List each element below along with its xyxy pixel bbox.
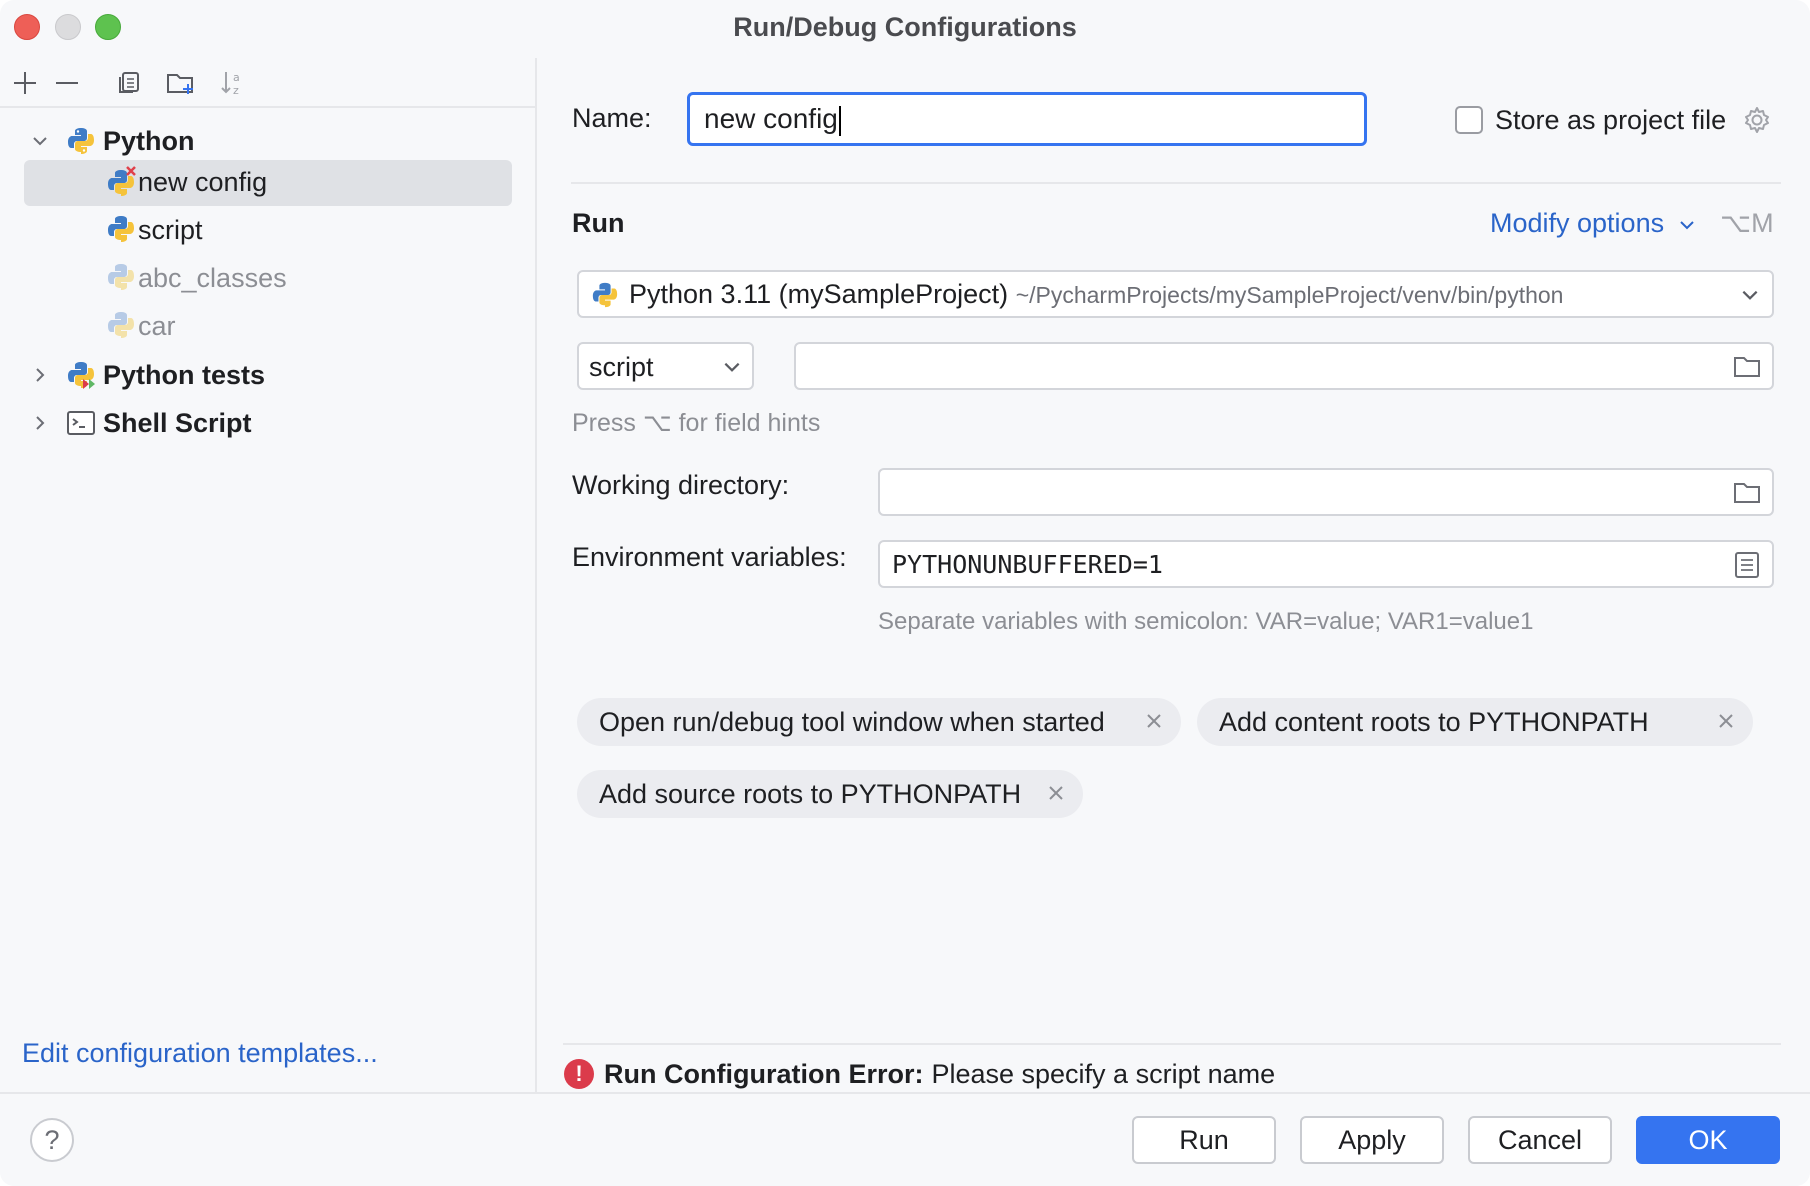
new-folder-icon[interactable]	[164, 66, 198, 100]
python-icon	[591, 281, 619, 314]
python-error-icon	[106, 166, 136, 196]
cancel-button[interactable]: Cancel	[1468, 1116, 1612, 1164]
interpreter-select[interactable]: Python 3.11 (mySampleProject) ~/PycharmP…	[577, 270, 1774, 318]
svg-text:a: a	[233, 71, 240, 84]
window-title: Run/Debug Configurations	[733, 12, 1077, 42]
chevron-down-icon	[1679, 221, 1694, 230]
python-icon	[66, 126, 96, 156]
close-icon[interactable]	[1715, 710, 1737, 732]
tree-group-label: Python tests	[103, 360, 266, 390]
modify-shortcut: ⌥M	[1720, 208, 1774, 238]
tree-item-abc-classes[interactable]: abc_classes	[24, 256, 512, 302]
tree-group-label: Shell Script	[103, 408, 252, 438]
svg-text:z: z	[233, 84, 239, 97]
tree-group-shell-script[interactable]: Shell Script	[22, 400, 512, 446]
modify-options-link[interactable]: Modify options	[1490, 208, 1696, 239]
python-temp-icon	[106, 310, 136, 340]
store-project-label: Store as project file	[1495, 105, 1727, 135]
tree-item-new-config[interactable]: new config	[24, 160, 512, 206]
chevron-down-icon[interactable]	[30, 131, 50, 151]
divider	[571, 182, 1781, 184]
sort-alpha-icon[interactable]: az	[216, 66, 250, 100]
config-tree-panel: az Python new config script abc_classes …	[0, 58, 537, 1092]
tree-group-python-tests[interactable]: Python tests	[22, 352, 512, 398]
interpreter-name: Python 3.11 (mySampleProject)	[629, 279, 1009, 309]
folder-icon[interactable]	[1732, 479, 1762, 512]
ok-button[interactable]: OK	[1636, 1116, 1780, 1164]
dialog-footer: ? Run Apply Cancel OK	[0, 1092, 1810, 1186]
name-input[interactable]: new config	[687, 92, 1367, 146]
env-vars-label: Environment variables:	[572, 542, 847, 572]
option-chip[interactable]: Add source roots to PYTHONPATH	[577, 770, 1083, 818]
option-chip[interactable]: Add content roots to PYTHONPATH	[1197, 698, 1753, 746]
error-text: Please specify a script name	[931, 1058, 1276, 1089]
option-chip-label: Add content roots to PYTHONPATH	[1219, 706, 1649, 737]
tree-item-label: abc_classes	[138, 263, 287, 293]
copy-icon[interactable]	[112, 66, 146, 100]
tree-item-script[interactable]: script	[24, 208, 512, 254]
help-button[interactable]: ?	[30, 1118, 74, 1162]
apply-button[interactable]: Apply	[1300, 1116, 1444, 1164]
edit-templates-link[interactable]: Edit configuration templates...	[22, 1038, 378, 1069]
close-icon[interactable]	[1045, 782, 1067, 804]
script-path-input[interactable]	[794, 342, 1774, 390]
chevron-down-icon	[1740, 285, 1760, 310]
chevron-right-icon[interactable]	[30, 413, 50, 433]
error-icon: !	[564, 1059, 594, 1089]
python-icon	[106, 214, 136, 244]
option-chip[interactable]: Open run/debug tool window when started	[577, 698, 1181, 746]
add-icon[interactable]	[8, 66, 42, 100]
chevron-right-icon[interactable]	[30, 365, 50, 385]
tree-group-label: Python	[103, 126, 195, 156]
working-dir-label: Working directory:	[572, 470, 790, 500]
tree-item-car[interactable]: car	[24, 304, 512, 350]
tree-group-python[interactable]: Python	[22, 118, 512, 164]
run-debug-dialog: Run/Debug Configurations az Python new c…	[0, 0, 1810, 1186]
run-button[interactable]: Run	[1132, 1116, 1276, 1164]
folder-icon[interactable]	[1732, 353, 1762, 386]
field-hint: Press ⌥ for field hints	[572, 409, 821, 437]
option-chip-label: Add source roots to PYTHONPATH	[599, 778, 1022, 809]
divider	[563, 1043, 1781, 1045]
terminal-icon	[66, 408, 96, 438]
tree-item-label: new config	[138, 167, 268, 197]
text-caret	[838, 105, 841, 136]
error-title: Run Configuration Error:	[604, 1058, 924, 1089]
close-icon[interactable]	[1143, 710, 1165, 732]
env-vars-value: PYTHONUNBUFFERED=1	[892, 550, 1163, 579]
list-edit-icon[interactable]	[1734, 551, 1760, 584]
env-vars-hint: Separate variables with semicolon: VAR=v…	[878, 608, 1534, 635]
interpreter-path: ~/PycharmProjects/mySampleProject/venv/b…	[1015, 282, 1564, 308]
python-tests-icon	[66, 360, 96, 390]
config-editor-panel: Name: new config Store as project file R…	[537, 58, 1810, 1092]
working-dir-input[interactable]	[878, 468, 1774, 516]
name-input-value: new config	[704, 103, 838, 134]
name-label: Name:	[572, 103, 652, 133]
modify-options-label: Modify options	[1490, 208, 1665, 238]
script-mode-select[interactable]: script	[577, 342, 754, 390]
title-bar: Run/Debug Configurations	[0, 0, 1810, 58]
option-chip-label: Open run/debug tool window when started	[599, 706, 1105, 737]
python-temp-icon	[106, 262, 136, 292]
tree-toolbar: az	[0, 58, 535, 108]
tree-item-label: car	[138, 311, 176, 341]
gear-icon[interactable]	[1742, 105, 1772, 140]
error-message: ! Run Configuration Error: Please specif…	[564, 1056, 1275, 1092]
env-vars-input[interactable]: PYTHONUNBUFFERED=1	[878, 540, 1774, 588]
chevron-down-icon	[722, 357, 742, 382]
run-section-title: Run	[572, 208, 625, 238]
tree-item-label: script	[138, 215, 203, 245]
store-project-checkbox[interactable]	[1455, 106, 1483, 134]
remove-icon[interactable]	[50, 66, 84, 100]
script-mode-value: script	[589, 352, 654, 382]
